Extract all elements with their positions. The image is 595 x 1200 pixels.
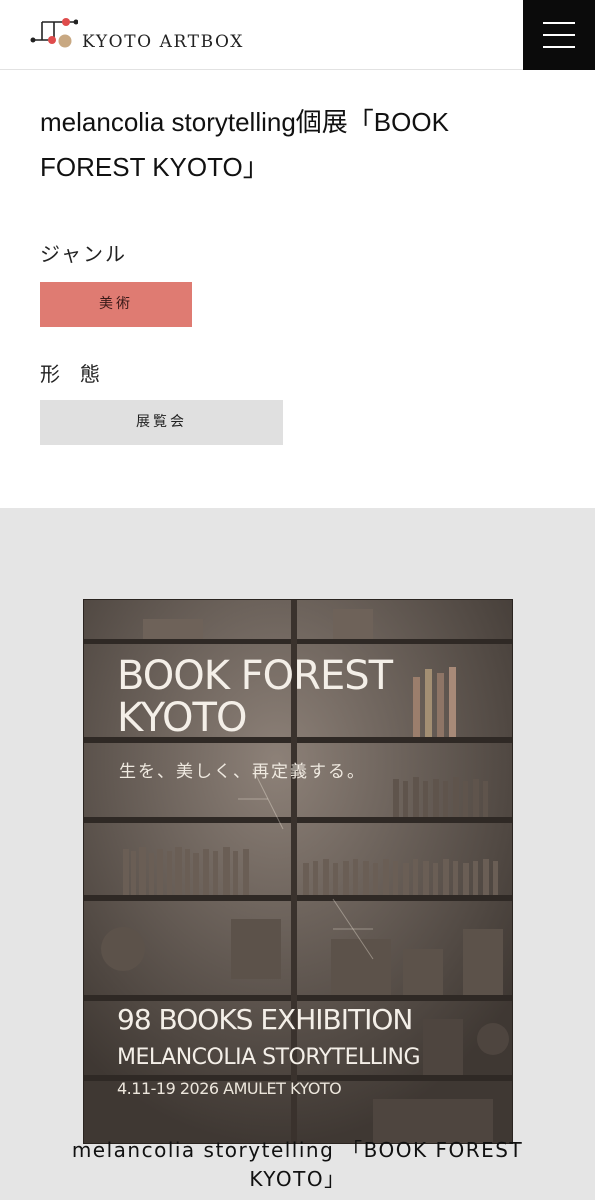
poster-title-line2: KYOTO [117,695,247,741]
site-header: KYOTO ARTBOX [0,0,595,70]
form-tag[interactable]: 展覧会 [40,400,283,445]
logo-text: KYOTO ARTBOX [82,32,244,52]
image-caption: melancolia storytelling 「BOOK FOREST KYO… [71,1138,524,1191]
poster-title-line1: BOOK FOREST [117,653,393,699]
form-label: 形態 [40,362,120,386]
poster-tagline: 生を、美しく、再定義する。 [119,762,366,782]
menu-button[interactable] [523,0,595,70]
genre-tag[interactable]: 美術 [40,282,192,327]
hamburger-menu-icon [543,34,575,36]
image-gallery: BOOK FOREST KYOTO 生を、美しく、再定義する。 98 BOOKS… [0,508,595,1200]
poster-dates: 4.11-19 2026 AMULET KYOTO [117,1079,342,1098]
hamburger-menu-icon [543,22,575,24]
event-title: melancolia storytelling個展「BOOK FOREST KY… [40,107,449,182]
genre-label: ジャンル [40,242,127,266]
poster-artist: MELANCOLIA STORYTELLING [117,1045,421,1070]
kyoto-artbox-logo-icon [30,18,78,48]
event-poster[interactable]: BOOK FOREST KYOTO 生を、美しく、再定義する。 98 BOOKS… [83,599,513,1144]
poster-exhibition: 98 BOOKS EXHIBITION [117,1003,413,1036]
hamburger-menu-icon [543,46,575,48]
site-logo[interactable]: KYOTO ARTBOX [30,16,270,56]
